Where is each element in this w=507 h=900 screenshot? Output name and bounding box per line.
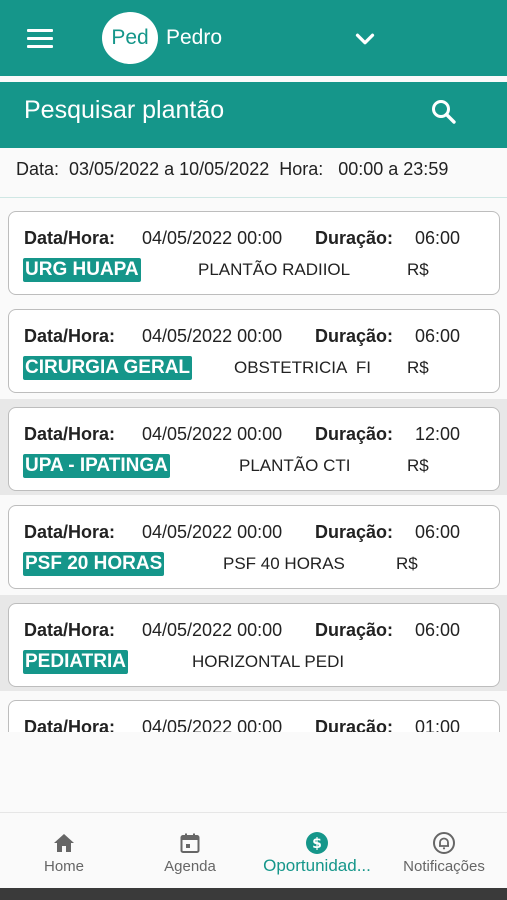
svg-text:$: $: [312, 836, 322, 852]
shift-description: OBSTETRICIA FI: [234, 358, 371, 377]
price-value: R$: [407, 456, 429, 475]
unit-tag: PEDIATRIA: [23, 650, 128, 674]
home-icon: [54, 834, 74, 852]
unit-tag: CIRURGIA GERAL: [23, 356, 193, 380]
nav-agenda-label: Agenda: [164, 858, 216, 875]
duration-value: 01:00: [415, 717, 461, 732]
list-item[interactable]: Data/Hora: 04/05/2022 00:00 Duração: 06:…: [8, 505, 500, 589]
nav-home[interactable]: Home: [14, 813, 114, 889]
nav-notifications[interactable]: Notificações: [392, 813, 496, 889]
menu-icon[interactable]: [18, 22, 62, 54]
price-value: R$: [407, 358, 429, 377]
datetime-value: 04/05/2022 00:00: [142, 228, 283, 248]
shift-list[interactable]: Data/Hora: 04/05/2022 00:00 Duração: 06:…: [0, 199, 507, 732]
datetime-label: Data/Hora:: [24, 620, 116, 640]
page-title: Pesquisar plantão: [24, 96, 225, 124]
top-app-bar: Ped Pedro: [0, 0, 507, 76]
duration-label: Duração:: [315, 717, 394, 732]
datetime-value: 04/05/2022 00:00: [142, 522, 283, 542]
nav-home-label: Home: [43, 858, 84, 875]
duration-value: 12:00: [415, 424, 461, 444]
nav-opportunities-label: Oportunidad...: [263, 856, 371, 875]
user-name[interactable]: Pedro: [166, 26, 222, 50]
app-screen: Ped Pedro Pesquisar plantão Data: 03/05/…: [0, 0, 507, 900]
datetime-value: 04/05/2022 00:00: [142, 620, 283, 640]
unit-tag: PSF 20 HORAS: [23, 552, 165, 576]
duration-value: 06:00: [415, 620, 461, 640]
datetime-value: 04/05/2022 00:00: [142, 326, 283, 346]
shift-description: PLANTÃO CTI: [239, 456, 351, 475]
datetime-value: 04/05/2022 00:00: [142, 717, 283, 732]
shift-description: PSF 40 HORAS: [223, 554, 345, 573]
avatar[interactable]: Ped: [102, 12, 158, 64]
divider: [0, 197, 507, 198]
unit-tag: UPA - IPATINGA: [23, 454, 170, 478]
filter-summary[interactable]: Data: 03/05/2022 a 10/05/2022 Hora: 00:0…: [16, 159, 496, 183]
list-item[interactable]: Data/Hora: 04/05/2022 00:00 Duração: 06:…: [8, 603, 500, 687]
duration-value: 06:00: [415, 522, 461, 542]
datetime-label: Data/Hora:: [24, 424, 116, 444]
duration-label: Duração:: [315, 620, 394, 640]
bottom-navigation: Home Agenda $ Oportunidad... Notificaçõe…: [0, 812, 507, 888]
shift-description: HORIZONTAL PEDI: [192, 652, 345, 671]
duration-value: 06:00: [415, 326, 461, 346]
list-item[interactable]: Data/Hora: 04/05/2022 00:00 Duração: 12:…: [8, 407, 500, 491]
shift-description: PLANTÃO RADIIOL: [198, 260, 351, 279]
duration-label: Duração:: [315, 326, 394, 346]
search-icon[interactable]: [424, 92, 464, 132]
duration-label: Duração:: [315, 228, 394, 248]
duration-label: Duração:: [315, 522, 394, 542]
datetime-label: Data/Hora:: [24, 522, 116, 542]
price-value: R$: [396, 554, 418, 573]
system-navigation-bar: [0, 888, 507, 900]
chevron-down-icon[interactable]: [350, 24, 380, 54]
datetime-label: Data/Hora:: [24, 228, 116, 248]
dollar-icon: $: [306, 832, 328, 854]
nav-notifications-label: Notificações: [403, 858, 485, 875]
list-item[interactable]: Data/Hora: 04/05/2022 00:00 Duração: 06:…: [8, 211, 500, 295]
duration-label: Duração:: [315, 424, 394, 444]
bell-icon: [433, 832, 455, 854]
unit-tag: URG HUAPA: [23, 258, 141, 282]
nav-agenda[interactable]: Agenda: [140, 813, 240, 889]
price-value: R$: [407, 260, 429, 279]
calendar-icon: [180, 833, 200, 853]
nav-opportunities[interactable]: $ Oportunidad...: [252, 813, 382, 889]
datetime-value: 04/05/2022 00:00: [142, 424, 283, 444]
duration-value: 06:00: [415, 228, 461, 248]
list-item[interactable]: Data/Hora: 04/05/2022 00:00 Duração: 01:…: [8, 700, 500, 732]
datetime-label: Data/Hora:: [24, 326, 116, 346]
list-item[interactable]: Data/Hora: 04/05/2022 00:00 Duração: 06:…: [8, 309, 500, 393]
datetime-label: Data/Hora:: [24, 717, 116, 732]
